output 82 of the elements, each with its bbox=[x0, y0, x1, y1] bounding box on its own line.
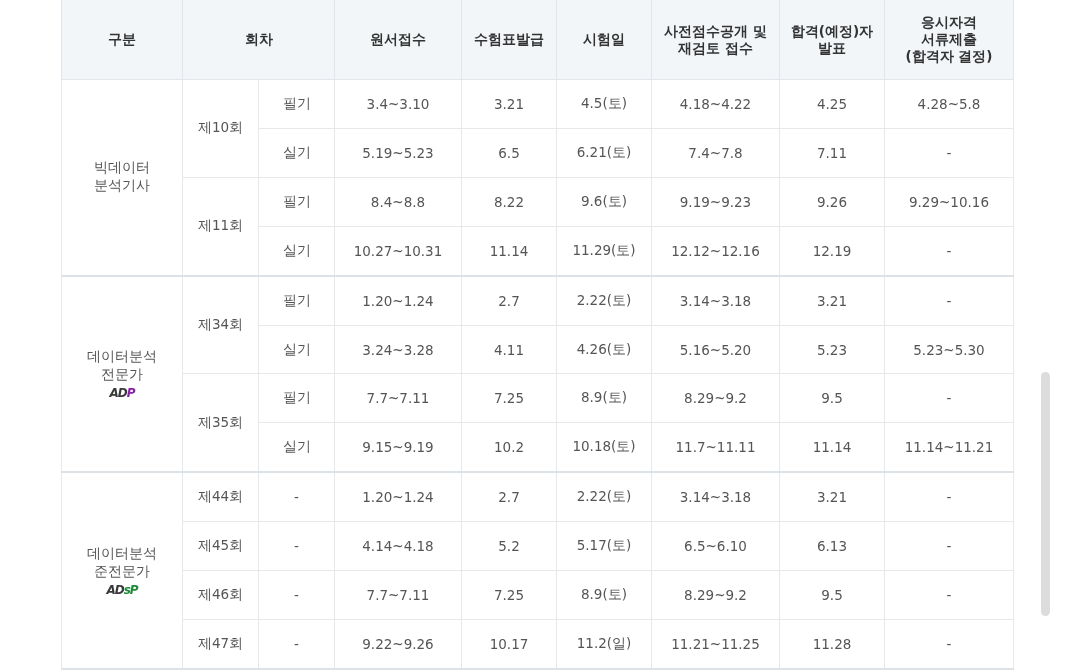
table-cell: 3.4~3.10 bbox=[334, 79, 462, 129]
round-cell: 제44회 bbox=[182, 472, 259, 522]
table-cell: 5.17(토) bbox=[556, 521, 652, 571]
table-cell: 6.5~6.10 bbox=[651, 521, 780, 571]
table-cell: 3.14~3.18 bbox=[651, 472, 780, 522]
table-cell: 9.26 bbox=[779, 177, 885, 227]
table-cell: - bbox=[884, 472, 1014, 522]
column-header: 합격(예정)자 발표 bbox=[779, 0, 885, 80]
table-cell: 9.5 bbox=[779, 570, 885, 620]
column-header: 회차 bbox=[182, 0, 335, 80]
exam-type-cell: 필기 bbox=[258, 275, 335, 326]
round-cell: 제34회 bbox=[182, 275, 259, 374]
table-cell: 5.19~5.23 bbox=[334, 128, 462, 178]
round-cell: 제45회 bbox=[182, 521, 259, 571]
table-cell: 1.20~1.24 bbox=[334, 275, 462, 326]
column-header: 수험표발급 bbox=[461, 0, 557, 80]
table-cell: 3.21 bbox=[461, 79, 557, 129]
table-cell: 7.7~7.11 bbox=[334, 570, 462, 620]
table-cell: - bbox=[884, 570, 1014, 620]
exam-type-cell: - bbox=[258, 521, 335, 571]
table-cell: 5.16~5.20 bbox=[651, 325, 780, 374]
table-cell: 3.14~3.18 bbox=[651, 275, 780, 326]
table-cell: 3.21 bbox=[779, 472, 885, 522]
table-cell: 9.5 bbox=[779, 373, 885, 423]
table-cell: 5.23 bbox=[779, 325, 885, 374]
column-header: 구분 bbox=[61, 0, 183, 80]
table-cell: 4.26(토) bbox=[556, 325, 652, 374]
exam-type-cell: 필기 bbox=[258, 177, 335, 227]
table-cell: 3.24~3.28 bbox=[334, 325, 462, 374]
round-cell: 제46회 bbox=[182, 570, 259, 620]
category-name: 데이터분석 전문가 bbox=[86, 347, 158, 384]
column-header: 원서접수 bbox=[334, 0, 462, 80]
column-header: 응시자격 서류제출 (합격자 결정) bbox=[884, 0, 1014, 80]
exam-type-cell: - bbox=[258, 570, 335, 620]
exam-type-cell: 실기 bbox=[258, 128, 335, 178]
table-cell: 8.9(토) bbox=[556, 570, 652, 620]
exam-type-cell: 실기 bbox=[258, 325, 335, 374]
certificate-logo: ADP bbox=[108, 385, 137, 400]
table-cell: 4.11 bbox=[461, 325, 557, 374]
table-cell: 7.25 bbox=[461, 373, 557, 423]
table-cell: 6.13 bbox=[779, 521, 885, 571]
table-cell: 5.2 bbox=[461, 521, 557, 571]
table-cell: 6.5 bbox=[461, 128, 557, 178]
table-cell: 2.7 bbox=[461, 472, 557, 522]
table-cell: - bbox=[884, 521, 1014, 571]
round-cell: 제10회 bbox=[182, 79, 259, 178]
exam-type-cell: 필기 bbox=[258, 373, 335, 423]
scrollbar[interactable] bbox=[1041, 372, 1050, 616]
table-cell: 4.14~4.18 bbox=[334, 521, 462, 571]
table-cell: 4.28~5.8 bbox=[884, 79, 1014, 129]
table-cell: 2.7 bbox=[461, 275, 557, 326]
table-cell: 8.9(토) bbox=[556, 373, 652, 423]
table-cell: 1.20~1.24 bbox=[334, 472, 462, 522]
table-cell: 4.5(토) bbox=[556, 79, 652, 129]
table-cell: 8.29~9.2 bbox=[651, 570, 780, 620]
table-cell: 7.11 bbox=[779, 128, 885, 178]
table-cell: 9.19~9.23 bbox=[651, 177, 780, 227]
table-cell: 8.29~9.2 bbox=[651, 373, 780, 423]
exam-type-cell: 필기 bbox=[258, 79, 335, 129]
table-cell: 6.21(토) bbox=[556, 128, 652, 178]
table-cell: 9.29~10.16 bbox=[884, 177, 1014, 227]
table-cell: 2.22(토) bbox=[556, 275, 652, 326]
column-header: 시험일 bbox=[556, 0, 652, 80]
table-cell: 4.18~4.22 bbox=[651, 79, 780, 129]
table-cell: - bbox=[884, 275, 1014, 326]
table-cell: 7.4~7.8 bbox=[651, 128, 780, 178]
column-header: 사전점수공개 및 재검토 접수 bbox=[651, 0, 780, 80]
exam-type-cell: - bbox=[258, 472, 335, 522]
category-name: 빅데이터 분석기사 bbox=[93, 159, 151, 196]
table-cell: 5.23~5.30 bbox=[884, 325, 1014, 374]
table-cell: 7.25 bbox=[461, 570, 557, 620]
table-cell: - bbox=[884, 128, 1014, 178]
table-cell: 7.7~7.11 bbox=[334, 373, 462, 423]
table-cell: 2.22(토) bbox=[556, 472, 652, 522]
table-cell: 9.6(토) bbox=[556, 177, 652, 227]
table-cell: 8.22 bbox=[461, 177, 557, 227]
table-cell: 4.25 bbox=[779, 79, 885, 129]
table-cell: 3.21 bbox=[779, 275, 885, 326]
table-cell: - bbox=[884, 373, 1014, 423]
category-name: 데이터분석 준전문가 bbox=[86, 544, 158, 581]
table-cell: 8.4~8.8 bbox=[334, 177, 462, 227]
certificate-logo: ADsP bbox=[105, 582, 140, 597]
